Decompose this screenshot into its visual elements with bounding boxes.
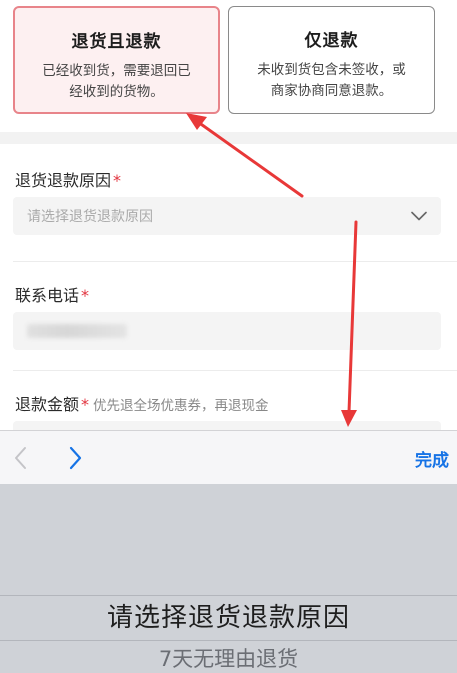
picker-selected-option[interactable]: 请选择退货退款原因 [0,597,457,639]
chevron-right-icon [69,446,82,470]
refund-type-options: 退货且退款 已经收到货，需要退回已 经收到的货物。 仅退款 未收到货包含未签收，… [0,0,457,132]
chevron-left-icon [15,447,26,469]
reason-picker-wheel[interactable]: 请选择退货退款原因 7天无理由退货 [0,484,457,673]
phone-input[interactable] [13,312,441,350]
option-refund-only[interactable]: 仅退款 未收到货包含未签收，或 商家协商同意退款。 [228,6,435,114]
keyboard-toolbar: 完成 [0,430,457,484]
blurred-phone-value [27,324,127,338]
next-field-button[interactable] [62,445,88,471]
option-description: 已经收到货，需要退回已 经收到的货物。 [42,63,191,100]
field-divider [13,370,457,371]
amount-label: 退款金额 * 优先退全场优惠券，再退现金 [15,395,269,414]
option-description: 未收到货包含未签收，或 商家协商同意退款。 [257,62,406,99]
option-return-and-refund[interactable]: 退货且退款 已经收到货，需要退回已 经收到的货物。 [13,6,220,114]
section-divider [0,132,457,144]
previous-field-button[interactable] [8,445,34,471]
picker-option[interactable]: 7天无理由退货 [0,643,457,673]
amount-hint: 优先退全场优惠券，再退现金 [93,398,269,414]
picker-selection-line [0,595,457,596]
required-mark: * [81,395,90,414]
reason-placeholder: 请选择退货退款原因 [27,209,153,225]
field-divider [13,261,457,262]
option-title: 退货且退款 [71,32,162,52]
refund-request-screen: 退货且退款 已经收到货，需要退回已 经收到的货物。 仅退款 未收到货包含未签收，… [0,0,457,673]
reason-select[interactable]: 请选择退货退款原因 [13,197,441,235]
reason-label: 退货退款原因 * [15,171,122,190]
picker-selection-line [0,640,457,641]
required-mark: * [81,286,90,305]
chevron-down-icon [411,211,427,221]
phone-label: 联系电话 * [15,286,90,305]
option-title: 仅退款 [304,31,359,51]
required-mark: * [113,171,122,190]
done-button[interactable]: 完成 [415,446,449,471]
